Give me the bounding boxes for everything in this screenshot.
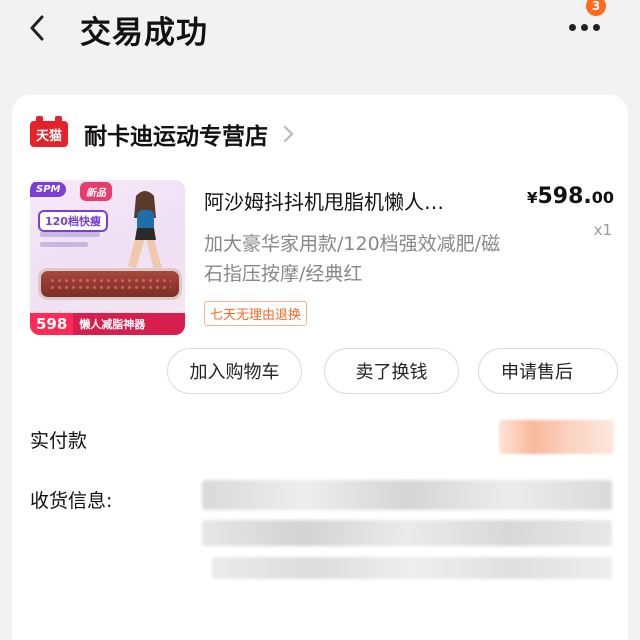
resell-button[interactable]: 卖了换钱 bbox=[324, 348, 459, 394]
product-quantity: x1 bbox=[593, 221, 612, 239]
thumb-price: 598 bbox=[30, 313, 74, 335]
thumb-gear-label: 120档快瘦 bbox=[38, 210, 108, 232]
return-policy-tag: 七天无理由退换 bbox=[204, 301, 308, 326]
order-detail-page: 交易成功 3 天猫 耐卡迪运动专营店 SPM 新品 120档快瘦 598 懒人减… bbox=[0, 0, 640, 640]
thumb-price-bar: 598 懒人减脂神器 bbox=[30, 313, 185, 335]
chevron-right-icon bbox=[283, 125, 294, 143]
thumb-text-line bbox=[40, 232, 100, 237]
page-title: 交易成功 bbox=[80, 15, 208, 51]
chevron-left-icon bbox=[30, 15, 44, 41]
order-card: 天猫 耐卡迪运动专营店 SPM 新品 120档快瘦 598 懒人减脂神器 阿沙姆… bbox=[12, 95, 628, 640]
more-button[interactable]: 3 bbox=[564, 0, 614, 48]
add-to-cart-button[interactable]: 加入购物车 bbox=[167, 348, 302, 394]
message-count-badge: 3 bbox=[586, 0, 606, 16]
fade-overlay bbox=[571, 349, 617, 393]
store-name[interactable]: 耐卡迪运动专营店 bbox=[84, 117, 268, 151]
thumb-brand-tag: SPM bbox=[30, 182, 67, 197]
more-dots-icon bbox=[569, 24, 600, 31]
top-bar: 交易成功 3 bbox=[0, 0, 640, 62]
tmall-logo: 天猫 bbox=[30, 116, 68, 147]
product-title[interactable]: 阿沙姆抖抖机甩脂机懒人… bbox=[204, 186, 504, 215]
store-header[interactable]: 天猫 耐卡迪运动专营店 bbox=[30, 116, 294, 151]
product-spec: 加大豪华家用款/120档强效减肥/磁石指压按摩/经典红 bbox=[204, 233, 501, 285]
paid-amount-label: 实付款 bbox=[30, 430, 88, 452]
price-decimal: 00 bbox=[591, 188, 614, 207]
shipping-info-label: 收货信息: bbox=[30, 490, 113, 512]
price-integer: 598. bbox=[537, 184, 592, 209]
price-currency: ¥ bbox=[527, 189, 538, 207]
shipping-info-redacted bbox=[202, 520, 612, 546]
shipping-info-redacted bbox=[212, 557, 612, 579]
product-thumbnail[interactable]: SPM 新品 120档快瘦 598 懒人减脂神器 bbox=[30, 180, 185, 335]
thumb-slogan: 懒人减脂神器 bbox=[79, 318, 146, 331]
back-button[interactable] bbox=[22, 10, 52, 46]
after-sales-button[interactable]: 申请售后 bbox=[478, 348, 618, 394]
product-price: ¥598.00 bbox=[527, 184, 614, 209]
thumb-text-line bbox=[40, 242, 88, 247]
thumb-new-tag: 新品 bbox=[80, 182, 112, 201]
machine-plate bbox=[38, 268, 182, 300]
shipping-info-redacted bbox=[202, 480, 612, 510]
after-sales-label: 申请售后 bbox=[501, 362, 573, 383]
paid-amount-redacted bbox=[499, 420, 614, 454]
